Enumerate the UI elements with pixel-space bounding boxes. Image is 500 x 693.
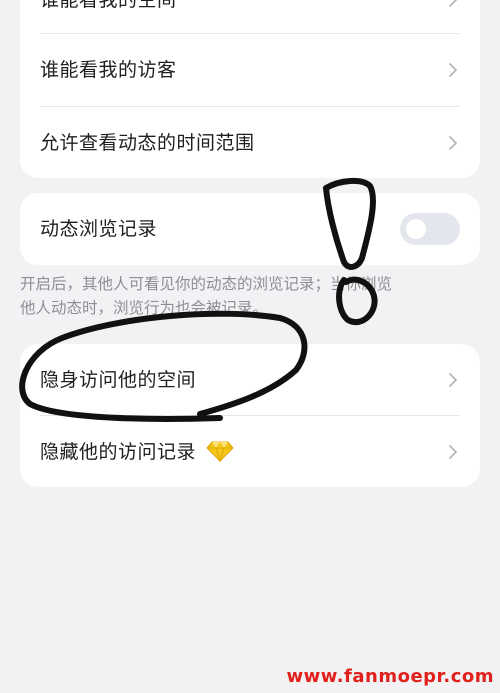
row-label: 隐身访问他的空间 bbox=[40, 369, 197, 391]
row-label: 谁能看我的空间 bbox=[40, 0, 177, 11]
visit-settings-card: 隐身访问他的空间 隐藏他的访问记录 bbox=[20, 344, 480, 487]
diamond-vip-icon bbox=[206, 441, 234, 462]
chevron-right-icon bbox=[449, 136, 457, 150]
settings-row-who-can-see-space[interactable]: 谁能看我的空间 bbox=[20, 0, 480, 36]
settings-row-browse-record: 动态浏览记录 bbox=[20, 193, 480, 265]
toggle-knob bbox=[406, 219, 426, 239]
settings-row-hide-visit-record[interactable]: 隐藏他的访问记录 bbox=[20, 416, 480, 487]
row-label-with-badge: 隐藏他的访问记录 bbox=[40, 440, 234, 464]
row-label: 允许查看动态的时间范围 bbox=[40, 132, 255, 154]
settings-row-post-visibility-range[interactable]: 允许查看动态的时间范围 bbox=[20, 107, 480, 178]
chevron-right-icon bbox=[449, 0, 457, 7]
privacy-settings-card: 谁能看我的空间 谁能看我的访客 允许查看动态的时间范围 bbox=[20, 0, 480, 178]
settings-row-who-can-see-visitors[interactable]: 谁能看我的访客 bbox=[20, 34, 480, 106]
chevron-right-icon bbox=[449, 63, 457, 77]
chevron-right-icon bbox=[449, 445, 457, 459]
browse-record-card: 动态浏览记录 bbox=[20, 193, 480, 265]
browse-record-toggle[interactable] bbox=[400, 213, 460, 245]
row-label: 谁能看我的访客 bbox=[40, 59, 177, 81]
chevron-right-icon bbox=[449, 373, 457, 387]
browse-record-description: 开启后，其他人可看见你的动态的浏览记录；当你浏览 他人动态时，浏览行为也会被记录… bbox=[20, 275, 393, 317]
settings-row-invisible-visit[interactable]: 隐身访问他的空间 bbox=[20, 344, 480, 416]
watermark: www.fanmoepr.com bbox=[286, 666, 494, 687]
row-label: 隐藏他的访问记录 bbox=[40, 441, 197, 463]
row-label: 动态浏览记录 bbox=[40, 218, 158, 240]
